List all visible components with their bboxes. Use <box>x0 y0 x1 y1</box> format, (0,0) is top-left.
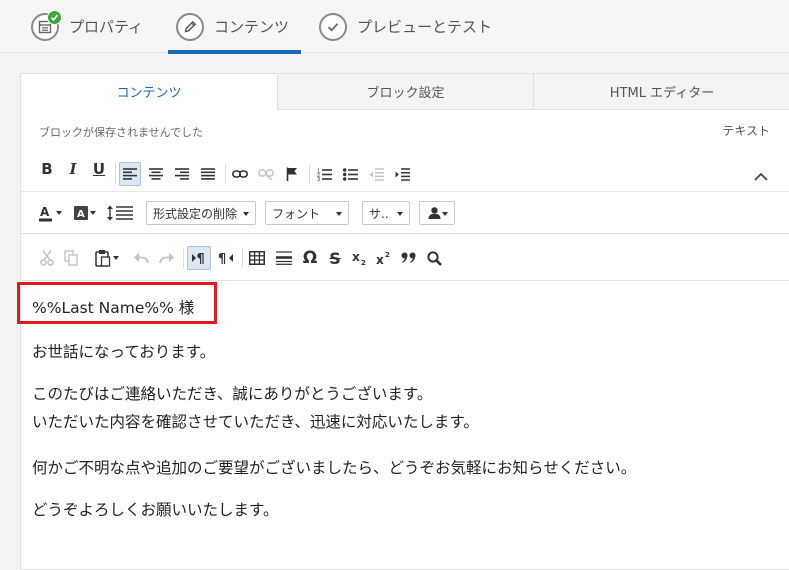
tab-html-editor[interactable]: HTML エディター <box>533 74 789 110</box>
wizard-tab-label: コンテンツ <box>214 18 290 36</box>
wizard-tab-properties[interactable]: プロパティ <box>31 0 143 53</box>
horizontal-rule-icon[interactable] <box>273 246 295 270</box>
table-icon[interactable] <box>246 246 268 270</box>
redo-icon[interactable] <box>157 246 177 270</box>
dropdown-value: サ.. <box>369 206 389 221</box>
collapse-toolbar-icon[interactable] <box>749 164 773 188</box>
svg-text:2: 2 <box>385 251 390 259</box>
completed-check-icon <box>47 9 62 25</box>
svg-text:A: A <box>40 205 50 219</box>
bold-icon[interactable]: B <box>37 157 57 181</box>
underline-icon[interactable]: U <box>89 157 109 181</box>
paste-icon[interactable] <box>91 246 123 270</box>
wizard-tabs: プロパティ コンテンツ プレビューとテスト <box>0 0 789 54</box>
dropdown-value: 形式設定の削除 <box>153 206 238 221</box>
align-left-icon[interactable] <box>119 162 141 186</box>
svg-text:x: x <box>376 253 384 265</box>
tab-block-settings[interactable]: ブロック設定 <box>277 74 533 110</box>
tab-label: HTML エディター <box>609 86 715 101</box>
superscript-icon[interactable]: x2 <box>373 246 395 270</box>
align-justify-icon[interactable] <box>198 162 218 186</box>
toolbar-separator <box>183 248 184 268</box>
rtl-paragraph-icon[interactable]: ¶ <box>215 246 237 270</box>
indent-icon[interactable] <box>392 162 412 186</box>
anchor-flag-icon[interactable] <box>282 162 302 186</box>
find-icon[interactable] <box>423 246 445 270</box>
tab-label: コンテンツ <box>116 86 182 101</box>
special-character-icon[interactable]: Ω <box>299 246 321 270</box>
personalize-user-icon <box>428 207 441 219</box>
svg-text:3: 3 <box>317 177 320 181</box>
editor-content[interactable]: %%Last Name%% 様 お世話になっております。 このたびはご連絡いただ… <box>21 281 789 570</box>
paragraph: どうぞよろしくお願いいたします。 <box>32 501 279 519</box>
align-right-icon[interactable] <box>172 162 192 186</box>
paragraph: 何かご不明な点や追加のご要望がございましたら、どうぞお気軽にお知らせください。 <box>32 459 637 477</box>
blockquote-icon[interactable] <box>398 246 420 270</box>
paragraph: お世話になっております。 <box>32 343 216 361</box>
properties-icon <box>31 9 62 41</box>
check-circle-icon <box>319 12 347 41</box>
toolbar-row-1: B I U 123 <box>21 157 789 191</box>
format-clear-dropdown[interactable]: 形式設定の削除 <box>146 201 256 225</box>
wizard-tab-content[interactable]: コンテンツ <box>167 0 302 54</box>
strikethrough-icon[interactable]: S <box>324 246 346 270</box>
ltr-paragraph-icon[interactable]: ¶ <box>187 246 211 270</box>
tab-content[interactable]: コンテンツ <box>21 74 277 110</box>
toolbar-row-3: ¶ ¶ Ω S x2 x2 <box>21 233 789 281</box>
line-height-icon[interactable] <box>105 201 135 225</box>
svg-text:¶: ¶ <box>218 252 226 265</box>
link-icon[interactable] <box>230 162 250 186</box>
unlink-icon[interactable] <box>256 162 276 186</box>
pencil-icon <box>176 12 204 41</box>
font-color-icon[interactable]: A <box>37 201 63 225</box>
svg-text:A: A <box>77 209 85 220</box>
text-mode-toggle[interactable]: テキスト <box>722 122 770 139</box>
svg-text:x: x <box>352 251 360 264</box>
copy-icon[interactable] <box>61 246 81 270</box>
paragraph: このたびはご連絡いただき、誠にありがとうございます。 <box>32 385 433 403</box>
tab-label: ブロック設定 <box>366 86 445 101</box>
toolbar-separator <box>225 164 226 184</box>
italic-icon[interactable]: I <box>63 157 83 181</box>
highlight-box <box>17 282 217 324</box>
svg-text:2: 2 <box>361 259 366 265</box>
font-dropdown[interactable]: フォント <box>265 201 349 225</box>
wizard-tab-preview-test[interactable]: プレビューとテスト <box>319 0 492 53</box>
panel-tabs: コンテンツ ブロック設定 HTML エディター <box>21 74 789 110</box>
dropdown-value: フォント <box>272 206 321 221</box>
align-center-icon[interactable] <box>146 162 166 186</box>
toolbar-separator <box>309 164 310 184</box>
block-status-message: ブロックが保存されませんでした <box>39 126 204 139</box>
cut-icon[interactable] <box>37 246 57 270</box>
paragraph: いただいた内容を確認させていただき、迅速に対応いたします。 <box>32 413 479 431</box>
numbered-list-icon[interactable]: 123 <box>314 162 334 186</box>
toolbar-separator <box>115 164 116 184</box>
outdent-icon[interactable] <box>366 162 386 186</box>
wizard-tab-label: プレビューとテスト <box>357 18 493 36</box>
toolbar-separator <box>242 248 243 268</box>
status-row: ブロックが保存されませんでした テキスト <box>21 110 789 146</box>
subscript-icon[interactable]: x2 <box>349 246 371 270</box>
bulleted-list-icon[interactable] <box>340 162 360 186</box>
personalize-dropdown[interactable] <box>419 201 455 225</box>
wizard-tab-label: プロパティ <box>69 18 144 36</box>
font-size-dropdown[interactable]: サ.. <box>362 201 410 225</box>
background-color-icon[interactable]: A <box>71 201 99 225</box>
undo-icon[interactable] <box>131 246 151 270</box>
toolbar-row-2: A A 形式設定の削除 フォント サ.. <box>21 191 789 233</box>
svg-text:¶: ¶ <box>197 252 205 265</box>
